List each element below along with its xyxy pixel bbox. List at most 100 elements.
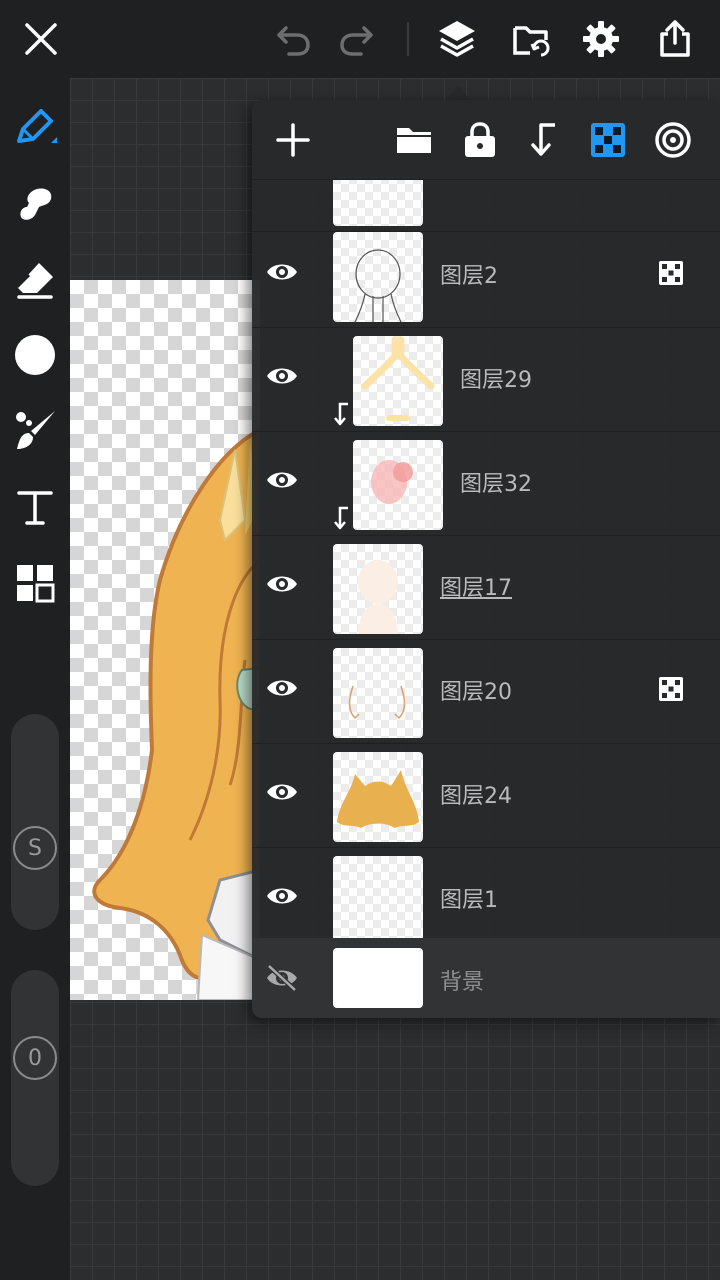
blend-mode-button[interactable] xyxy=(648,115,698,165)
layer-name: 背景 xyxy=(440,970,485,995)
layer-list[interactable]: 图层2 图层29 图层32 图层17 图层20 图层24 图层1 背景 xyxy=(252,180,720,1018)
visibility-toggle[interactable] xyxy=(260,250,304,294)
layer-row[interactable]: 图层2 xyxy=(252,224,720,328)
grid-icon xyxy=(17,565,55,603)
merge-down-icon xyxy=(531,123,555,156)
layer-row[interactable]: 图层17 xyxy=(252,536,720,640)
layer-panel-toolbar xyxy=(252,100,720,180)
eraser-tool-button[interactable] xyxy=(8,252,62,306)
layer-row[interactable]: 图层32 xyxy=(252,432,720,536)
layer-name: 图层29 xyxy=(460,368,532,393)
top-toolbar xyxy=(0,0,720,78)
clip-down-button[interactable] xyxy=(518,115,568,165)
gallery-sync-button[interactable] xyxy=(506,14,556,64)
layer-panel: 图层2 图层29 图层32 图层17 图层20 图层24 图层1 背景 xyxy=(252,100,720,1018)
layers-icon xyxy=(439,21,475,57)
undo-icon xyxy=(277,26,310,56)
eye-icon xyxy=(267,368,297,384)
layer-row[interactable]: 图层24 xyxy=(252,744,720,848)
layer-row[interactable]: 图层29 xyxy=(252,328,720,432)
layer-thumbnail xyxy=(333,948,423,1008)
layers-button[interactable] xyxy=(432,14,482,64)
layer-row[interactable]: 图层1 xyxy=(252,848,720,952)
layer-preview xyxy=(361,336,435,421)
visibility-toggle[interactable] xyxy=(260,666,304,710)
blend-target-icon xyxy=(655,122,691,158)
left-toolbar: S 0 xyxy=(0,78,70,1280)
layer-thumbnail xyxy=(353,336,443,426)
layer-thumbnail xyxy=(333,648,423,738)
eraser-icon xyxy=(15,263,53,299)
layer-name: 图层20 xyxy=(440,680,512,705)
lock-icon xyxy=(465,122,495,157)
pen-icon xyxy=(17,109,57,143)
layer-thumbnail xyxy=(333,856,423,946)
brush-tool-button[interactable] xyxy=(8,404,62,458)
smudge-tool-button[interactable] xyxy=(8,176,62,230)
settings-button[interactable] xyxy=(576,14,626,64)
share-export-icon xyxy=(660,20,690,57)
layer-preview xyxy=(337,770,419,828)
brush-icon xyxy=(16,411,55,449)
layer-preview xyxy=(371,460,413,504)
export-button[interactable] xyxy=(650,14,700,64)
layer-name: 图层1 xyxy=(440,888,498,913)
close-button[interactable] xyxy=(16,14,66,64)
close-icon xyxy=(25,23,57,55)
add-layer-button[interactable] xyxy=(268,115,318,165)
more-tools-button[interactable] xyxy=(8,556,62,610)
smudge-icon xyxy=(20,188,52,220)
layer-thumbnail xyxy=(353,440,443,530)
alpha-lock-button[interactable] xyxy=(583,115,633,165)
eye-icon xyxy=(267,576,297,592)
layer-row[interactable]: 图层20 xyxy=(252,640,720,744)
eye-icon xyxy=(267,680,297,696)
lock-layer-button[interactable] xyxy=(455,115,505,165)
text-icon xyxy=(17,491,53,525)
layer-thumbnail xyxy=(333,180,423,226)
app-window: S 0 图层2 图层29 图层32 图层17 图层20 图层24 图层1 背景 xyxy=(0,0,720,1280)
brush-opacity-badge: 0 xyxy=(13,1036,57,1080)
layer-preview xyxy=(358,560,398,634)
brush-size-badge: S xyxy=(13,826,57,870)
eye-icon xyxy=(267,888,297,904)
alpha-lock-indicator-icon xyxy=(659,677,683,701)
settings-gear-icon xyxy=(583,21,619,57)
folder-sync-icon xyxy=(513,26,550,57)
layer-preview xyxy=(348,685,406,720)
layer-thumbnail xyxy=(333,752,423,842)
alpha-lock-indicator-icon xyxy=(659,261,683,285)
visibility-toggle[interactable] xyxy=(260,874,304,918)
character-drawing xyxy=(92,427,260,1000)
artboard-canvas[interactable] xyxy=(70,280,260,1000)
brush-opacity-slider[interactable]: 0 xyxy=(11,970,59,1186)
eye-icon xyxy=(267,784,297,800)
clipping-arrow-icon xyxy=(334,506,348,530)
layer-name: 图层24 xyxy=(440,784,512,809)
undo-button[interactable] xyxy=(268,14,318,64)
layer-preview xyxy=(354,249,402,322)
text-tool-button[interactable] xyxy=(8,480,62,534)
eye-hidden-icon xyxy=(267,964,297,992)
eye-icon xyxy=(267,472,297,488)
fill-tool-button[interactable] xyxy=(8,328,62,382)
pen-tool-button[interactable] xyxy=(8,100,62,154)
visibility-toggle[interactable] xyxy=(260,770,304,814)
visibility-toggle[interactable] xyxy=(260,562,304,606)
alpha-lock-icon xyxy=(591,123,625,157)
visibility-toggle[interactable] xyxy=(260,956,304,1000)
brush-size-slider[interactable]: S xyxy=(11,714,59,930)
fill-circle-icon xyxy=(15,335,55,375)
new-folder-button[interactable] xyxy=(389,115,439,165)
layer-panel-pointer xyxy=(446,86,470,100)
layer-name: 图层32 xyxy=(460,472,532,497)
toolbar-divider xyxy=(407,22,409,56)
folder-icon xyxy=(397,128,431,153)
background-layer-row[interactable]: 背景 xyxy=(252,938,720,1018)
visibility-toggle[interactable] xyxy=(260,354,304,398)
eye-icon xyxy=(267,264,297,280)
redo-icon xyxy=(340,26,373,56)
redo-button[interactable] xyxy=(332,14,382,64)
layer-thumbnail xyxy=(333,544,423,634)
visibility-toggle[interactable] xyxy=(260,458,304,502)
